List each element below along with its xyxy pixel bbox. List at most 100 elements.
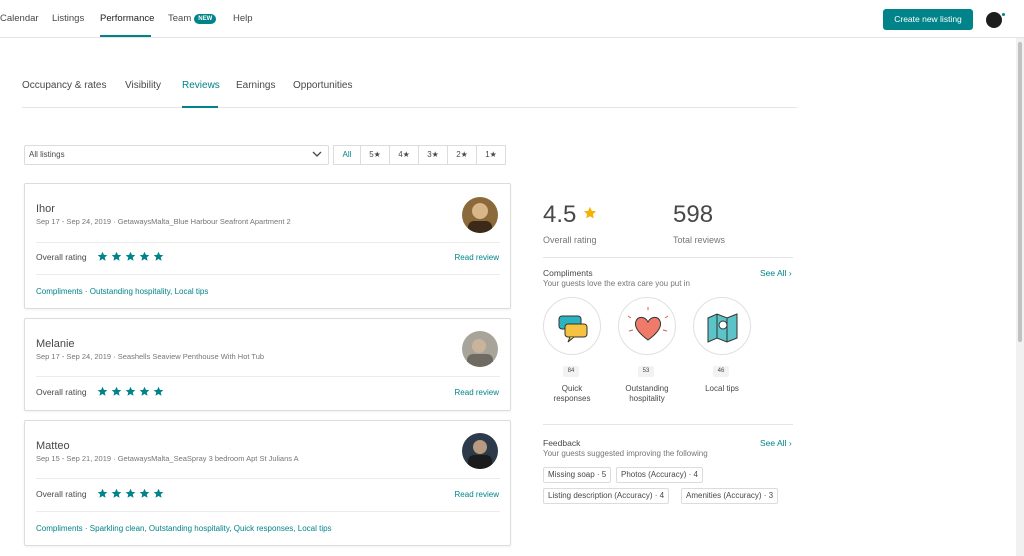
compliment-count: 84 xyxy=(563,366,579,377)
chevron-down-icon xyxy=(312,151,322,157)
compliments-title: Compliments xyxy=(543,268,593,278)
tab-opportunities[interactable]: Opportunities xyxy=(293,80,352,91)
user-avatar[interactable] xyxy=(986,12,1002,28)
section-divider xyxy=(543,424,793,425)
quick-responses-badge xyxy=(543,297,601,355)
reviewer-name: Ihor xyxy=(36,203,55,215)
filter-5-star[interactable]: 5★ xyxy=(360,145,390,165)
map-icon xyxy=(707,313,738,343)
star-icon xyxy=(139,488,150,498)
reviewer-avatar xyxy=(462,197,498,233)
card-divider xyxy=(36,478,500,479)
star-icon xyxy=(97,386,108,396)
read-review-link[interactable]: Read review xyxy=(455,388,499,397)
filter-2-star[interactable]: 2★ xyxy=(447,145,477,165)
feedback-subtitle: Your guests suggested improving the foll… xyxy=(543,449,708,458)
chevron-right-icon: › xyxy=(788,268,792,278)
review-card: Matteo Sep 15 - Sep 21, 2019 · GetawaysM… xyxy=(24,420,511,546)
star-icon xyxy=(125,488,136,498)
new-badge: NEW xyxy=(194,14,217,24)
scrollbar-thumb[interactable] xyxy=(1018,42,1022,342)
filter-all[interactable]: All xyxy=(333,145,361,165)
reviewer-avatar xyxy=(462,331,498,367)
active-nav-indicator xyxy=(100,35,151,37)
card-divider xyxy=(36,376,500,377)
heart-icon xyxy=(627,307,669,341)
overall-rating-value: 4.5 xyxy=(543,201,577,228)
star-icon xyxy=(111,251,122,261)
card-divider xyxy=(36,274,500,275)
nav-listings[interactable]: Listings xyxy=(52,13,84,24)
star-icon xyxy=(125,251,136,261)
overall-rating-label: Overall rating xyxy=(36,252,87,262)
create-new-listing-button[interactable]: Create new listing xyxy=(883,9,973,30)
reviewer-name: Melanie xyxy=(36,338,75,350)
rating-stars xyxy=(97,488,164,499)
tab-earnings[interactable]: Earnings xyxy=(236,80,275,91)
nav-team[interactable]: Team NEW xyxy=(168,13,217,24)
local-tips-badge xyxy=(693,297,751,355)
star-icon xyxy=(125,386,136,396)
overall-rating-label: Overall rating xyxy=(36,489,87,499)
compliments-see-all-link[interactable]: See All › xyxy=(760,268,792,278)
review-meta: Sep 15 - Sep 21, 2019 · GetawaysMalta_Se… xyxy=(36,454,299,463)
outstanding-hospitality-badge xyxy=(618,297,676,355)
star-icon xyxy=(111,488,122,498)
feedback-chip: Amenities (Accuracy) · 3 xyxy=(681,488,779,504)
rating-filter: All 5★ 4★ 3★ 2★ 1★ xyxy=(333,145,506,165)
reviewer-name: Matteo xyxy=(36,440,70,452)
read-review-link[interactable]: Read review xyxy=(455,490,499,499)
compliment-count: 46 xyxy=(713,366,729,377)
review-meta: Sep 17 - Sep 24, 2019 · Seashells Seavie… xyxy=(36,352,265,361)
active-tab-indicator xyxy=(182,106,218,108)
filter-1-star[interactable]: 1★ xyxy=(476,145,506,165)
star-icon xyxy=(153,488,164,498)
filter-4-star[interactable]: 4★ xyxy=(389,145,419,165)
read-review-link[interactable]: Read review xyxy=(455,253,499,262)
top-navigation: Calendar Listings Performance Team NEW He… xyxy=(0,0,1024,38)
see-all-label: See All xyxy=(760,268,787,278)
nav-calendar[interactable]: Calendar xyxy=(0,13,39,24)
compliment-label: Local tips xyxy=(705,384,739,393)
star-icon xyxy=(97,251,108,261)
feedback-title: Feedback xyxy=(543,438,581,448)
total-reviews-label: Total reviews xyxy=(673,235,726,245)
compliment-count: 53 xyxy=(638,366,654,377)
rating-stars xyxy=(97,251,164,262)
star-icon xyxy=(139,251,150,261)
filter-3-star[interactable]: 3★ xyxy=(418,145,448,165)
feedback-chip: Listing description (Accuracy) · 4 xyxy=(543,488,670,504)
listing-select[interactable]: All listings xyxy=(24,145,329,165)
review-card: Ihor Sep 17 - Sep 24, 2019 · GetawaysMal… xyxy=(24,183,511,309)
overall-rating-summary: 4.5 xyxy=(543,201,597,229)
nav-help[interactable]: Help xyxy=(233,13,253,24)
review-meta: Sep 17 - Sep 24, 2019 · GetawaysMalta_Bl… xyxy=(36,217,291,226)
star-icon xyxy=(111,386,122,396)
compliments-text: Compliments · Sparkling clean, Outstandi… xyxy=(36,524,332,533)
tab-reviews[interactable]: Reviews xyxy=(182,80,220,91)
nav-team-label: Team xyxy=(168,13,192,24)
notification-dot xyxy=(1001,12,1006,17)
total-reviews-value: 598 xyxy=(673,201,714,228)
tab-occupancy-rates[interactable]: Occupancy & rates xyxy=(22,80,106,91)
listing-select-value: All listings xyxy=(29,150,65,159)
chat-bubbles-icon xyxy=(558,315,588,343)
feedback-see-all-link[interactable]: See All › xyxy=(760,438,792,448)
overall-rating-label: Overall rating xyxy=(36,387,87,397)
card-divider xyxy=(36,511,500,512)
performance-tabs: Occupancy & rates Visibility Reviews Ear… xyxy=(22,80,797,108)
feedback-chip: Photos (Accuracy) · 4 xyxy=(616,467,703,483)
tab-visibility[interactable]: Visibility xyxy=(125,80,161,91)
chevron-right-icon: › xyxy=(788,438,792,448)
nav-performance[interactable]: Performance xyxy=(100,13,154,24)
star-icon xyxy=(583,206,596,219)
reviewer-avatar xyxy=(462,433,498,469)
compliments-subtitle: Your guests love the extra care you put … xyxy=(543,279,690,288)
rating-stars xyxy=(97,386,164,397)
section-divider xyxy=(543,257,793,258)
compliment-label: Outstanding hospitality xyxy=(625,384,669,403)
feedback-chip: Missing soap · 5 xyxy=(543,467,612,483)
review-card: Melanie Sep 17 - Sep 24, 2019 · Seashell… xyxy=(24,318,511,411)
star-icon xyxy=(139,386,150,396)
compliments-text: Compliments · Outstanding hospitality, L… xyxy=(36,287,209,296)
